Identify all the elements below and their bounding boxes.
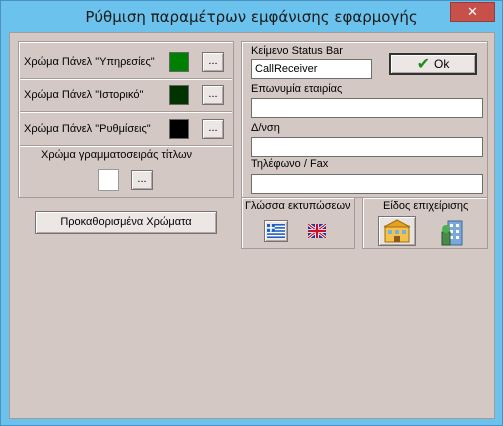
label-address: Δ/νση — [251, 122, 280, 134]
separator — [20, 78, 232, 80]
client-area: Χρώμα Πάνελ "Υπηρεσίες" ... Χρώμα Πάνελ … — [9, 32, 495, 419]
label-company-name: Επωνυμία εταιρίας — [251, 83, 343, 95]
hotel-type-button[interactable] — [378, 216, 416, 246]
hotel-icon — [383, 219, 411, 243]
panel-business-type: Είδος επιχείρισης — [362, 197, 488, 249]
default-colors-button[interactable]: Προκαθορισμένα Χρώματα — [35, 211, 217, 234]
separator — [20, 145, 232, 147]
swatch-title-font[interactable] — [98, 169, 119, 191]
pick-color-history-button[interactable]: ... — [202, 85, 224, 105]
company-name-input[interactable] — [251, 98, 483, 118]
status-bar-input[interactable]: CallReceiver — [251, 59, 372, 79]
label-color-settings: Χρώμα Πάνελ "Ρυθμίσεις" — [24, 123, 151, 135]
title-bar[interactable]: Ρύθμιση παραμέτρων εμφάνισης εφαρμογής ✕ — [1, 1, 502, 33]
label-phone-fax: Τηλέφωνο / Fax — [251, 158, 329, 170]
window-title: Ρύθμιση παραμέτρων εμφάνισης εφαρμογής — [85, 8, 418, 26]
label-color-services: Χρώμα Πάνελ "Υπηρεσίες" — [24, 56, 155, 68]
label-status-bar: Κείμενο Status Bar — [251, 45, 343, 57]
swatch-services[interactable] — [169, 52, 189, 72]
pick-color-services-button[interactable]: ... — [202, 52, 224, 72]
swatch-history[interactable] — [169, 85, 189, 105]
office-building-icon[interactable] — [439, 218, 469, 246]
label-color-history: Χρώμα Πάνελ "Ιστορικό" — [24, 89, 144, 101]
address-input[interactable] — [251, 137, 483, 157]
panel-colors: Χρώμα Πάνελ "Υπηρεσίες" ... Χρώμα Πάνελ … — [18, 41, 234, 198]
greek-flag-icon — [267, 224, 285, 238]
pick-title-font-color-button[interactable]: ... — [131, 170, 153, 190]
panel-print-language: Γλώσσα εκτυπώσεων — [241, 197, 355, 249]
settings-window: Ρύθμιση παραμέτρων εμφάνισης εφαρμογής ✕… — [0, 0, 503, 426]
close-button[interactable]: ✕ — [450, 2, 495, 22]
ok-button[interactable]: ✔ Ok — [389, 53, 477, 75]
ok-label: Ok — [434, 57, 450, 71]
label-title-font-color: Χρώμα γραμματοσειράς τίτλων — [41, 149, 193, 161]
label-business-type: Είδος επιχείρισης — [383, 200, 469, 212]
greek-language-button[interactable] — [264, 220, 288, 242]
swatch-settings[interactable] — [169, 119, 189, 139]
pick-color-settings-button[interactable]: ... — [202, 119, 224, 139]
label-print-language: Γλώσσα εκτυπώσεων — [245, 200, 351, 212]
phone-fax-input[interactable] — [251, 174, 483, 194]
checkmark-icon: ✔ — [416, 56, 431, 73]
separator — [20, 111, 232, 113]
uk-flag-icon[interactable] — [308, 224, 326, 238]
